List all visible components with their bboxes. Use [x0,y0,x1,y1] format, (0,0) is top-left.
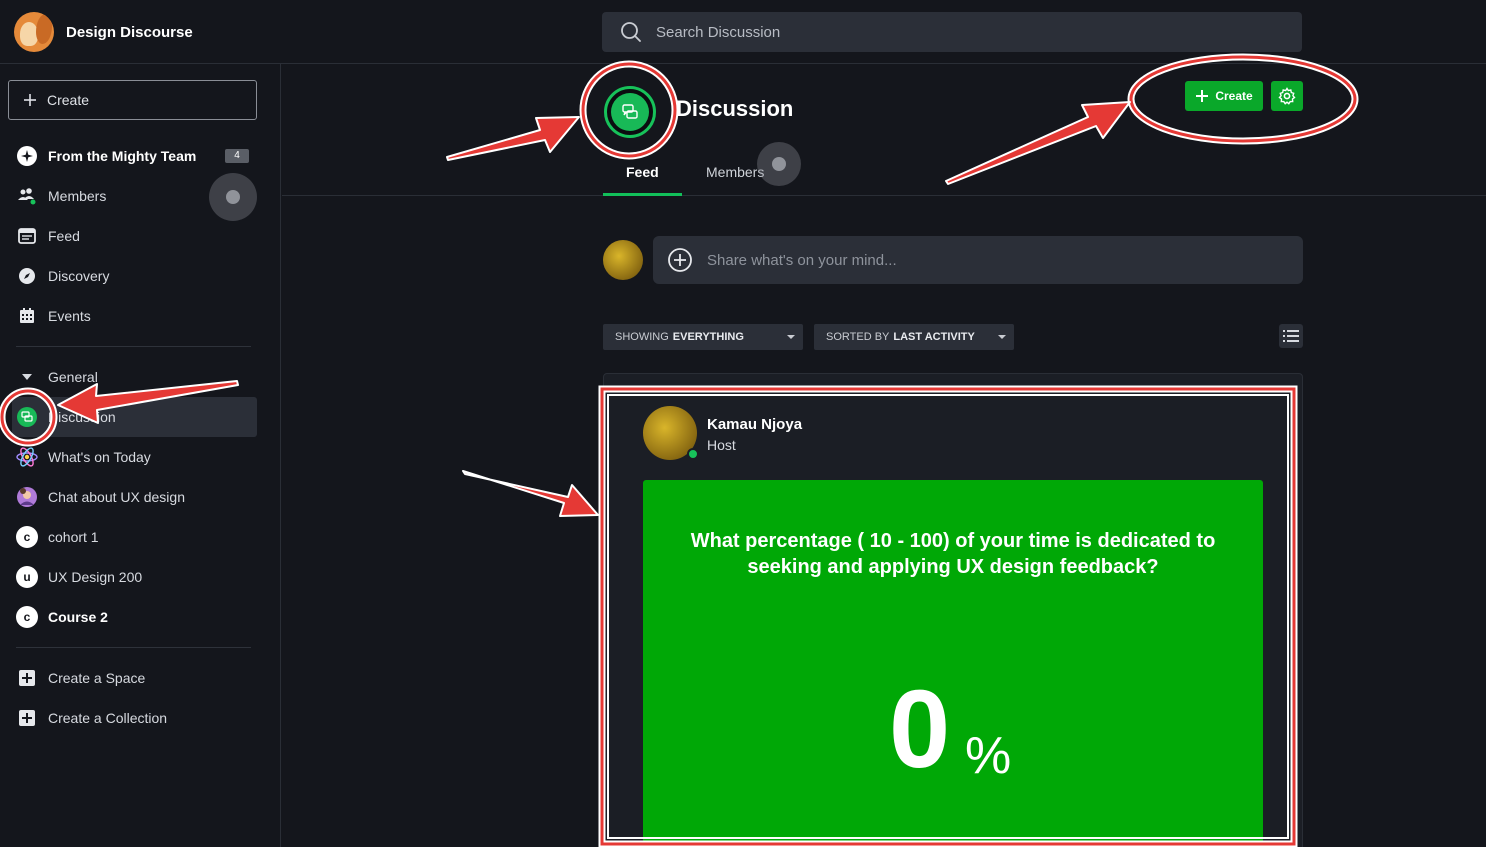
filter-value: EVERYTHING [672,331,744,343]
section-label: General [48,369,98,385]
squirrel-logo-icon [14,12,54,52]
plus-square-icon [16,707,38,729]
sidebar-item-label: Events [48,308,91,324]
sidebar-item-label: Members [48,188,107,204]
sidebar-item-label: Discovery [48,268,110,284]
filter-value: LAST ACTIVITY [893,331,975,343]
showing-filter-dropdown[interactable]: SHOWING EVERYTHING [603,324,803,350]
members-icon [16,185,38,207]
sidebar-item-feed[interactable]: Feed [16,220,80,252]
poll-value: 0 [889,668,951,791]
poll-unit: % [965,727,1012,785]
header-create-button[interactable]: Create [1185,81,1263,111]
letter-avatar: u [16,566,38,588]
sidebar-item-label: Feed [48,228,80,244]
avatar-image [16,486,38,508]
sidebar-item-members[interactable]: Members [16,180,106,212]
sidebar-item-events[interactable]: Events [16,300,91,332]
sidebar-item-label: cohort 1 [48,529,99,545]
divider [16,647,251,648]
search-icon [621,22,641,42]
touch-indicator [209,173,257,221]
letter-avatar: c [16,606,38,628]
top-bar: Design Discourse [0,0,1486,64]
space-header [282,64,1486,196]
post-author[interactable]: Kamau Njoya [707,416,802,433]
poll-question: What percentage ( 10 - 100) of your time… [690,530,1216,578]
search-input[interactable] [656,23,1256,41]
sidebar-space-cohort-1[interactable]: c cohort 1 [16,521,99,553]
filter-prefix: SHOWING [615,331,669,343]
gear-icon [1278,87,1296,105]
list-view-toggle[interactable] [1279,324,1303,348]
sidebar-item-discovery[interactable]: Discovery [16,260,109,292]
active-tab-indicator [603,193,682,196]
caret-down-icon [16,366,38,388]
atom-icon [16,446,38,468]
sidebar-item-mighty-team[interactable]: From the Mighty Team [16,140,196,172]
calendar-icon [16,305,38,327]
sidebar-item-label: What's on Today [48,449,151,465]
composer-placeholder: Share what's on your mind... [707,251,897,269]
notification-badge: 4 [225,149,249,163]
section-general[interactable]: General [16,361,98,393]
user-avatar[interactable] [603,240,643,280]
sidebar-space-course-2[interactable]: c Course 2 [16,601,108,633]
sidebar: Create From the Mighty Team 4 Members Fe… [0,64,281,847]
sidebar-space-chat-ux[interactable]: Chat about UX design [16,481,185,513]
action-label: Create a Space [48,670,146,686]
sidebar-space-discussion[interactable]: Discussion [16,401,116,433]
sidebar-item-label: UX Design 200 [48,569,143,585]
tab-feed[interactable]: Feed [626,164,659,180]
annotation-arrow [462,470,599,517]
action-label: Create a Collection [48,710,168,726]
chat-bubbles-icon [16,406,38,428]
poll-card[interactable]: What percentage ( 10 - 100) of your time… [643,480,1263,847]
plus-circle-icon [668,248,692,272]
touch-indicator [757,142,801,186]
plus-icon [1196,90,1209,102]
online-status-dot [687,448,699,460]
plus-square-icon [16,667,38,689]
brand-name: Design Discourse [66,23,193,41]
compass-icon [16,265,38,287]
plus-icon [24,94,36,106]
post-author-role: Host [707,437,736,453]
divider [16,346,251,347]
create-space-link[interactable]: Create a Space [16,662,145,694]
sidebar-item-label: Discussion [48,409,116,425]
search-bar[interactable] [602,12,1302,52]
chevron-down-icon [787,335,795,339]
create-collection-link[interactable]: Create a Collection [16,702,167,734]
sidebar-create-button[interactable]: Create [8,80,257,120]
feed-icon [16,225,38,247]
brand[interactable]: Design Discourse [14,12,193,52]
chat-bubbles-icon [611,93,649,131]
tab-members[interactable]: Members [706,164,764,180]
sort-dropdown[interactable]: SORTED BY LAST ACTIVITY [814,324,1014,350]
settings-button[interactable] [1271,81,1303,111]
create-label: Create [1215,89,1253,103]
space-avatar[interactable] [604,86,656,138]
filter-prefix: SORTED BY [826,331,890,343]
list-icon [1283,330,1299,342]
sparkle-icon [16,145,38,167]
post-composer[interactable]: Share what's on your mind... [653,236,1303,284]
sidebar-space-whats-on-today[interactable]: What's on Today [16,441,151,473]
sidebar-item-label: Course 2 [48,609,108,625]
sidebar-space-ux-design-200[interactable]: u UX Design 200 [16,561,142,593]
chevron-down-icon [998,335,1006,339]
page-title: Discussion [676,96,794,121]
letter-avatar: c [16,526,38,548]
sidebar-create-label: Create [47,92,90,108]
sidebar-item-label: Chat about UX design [48,489,185,505]
sidebar-item-label: From the Mighty Team [48,148,197,164]
